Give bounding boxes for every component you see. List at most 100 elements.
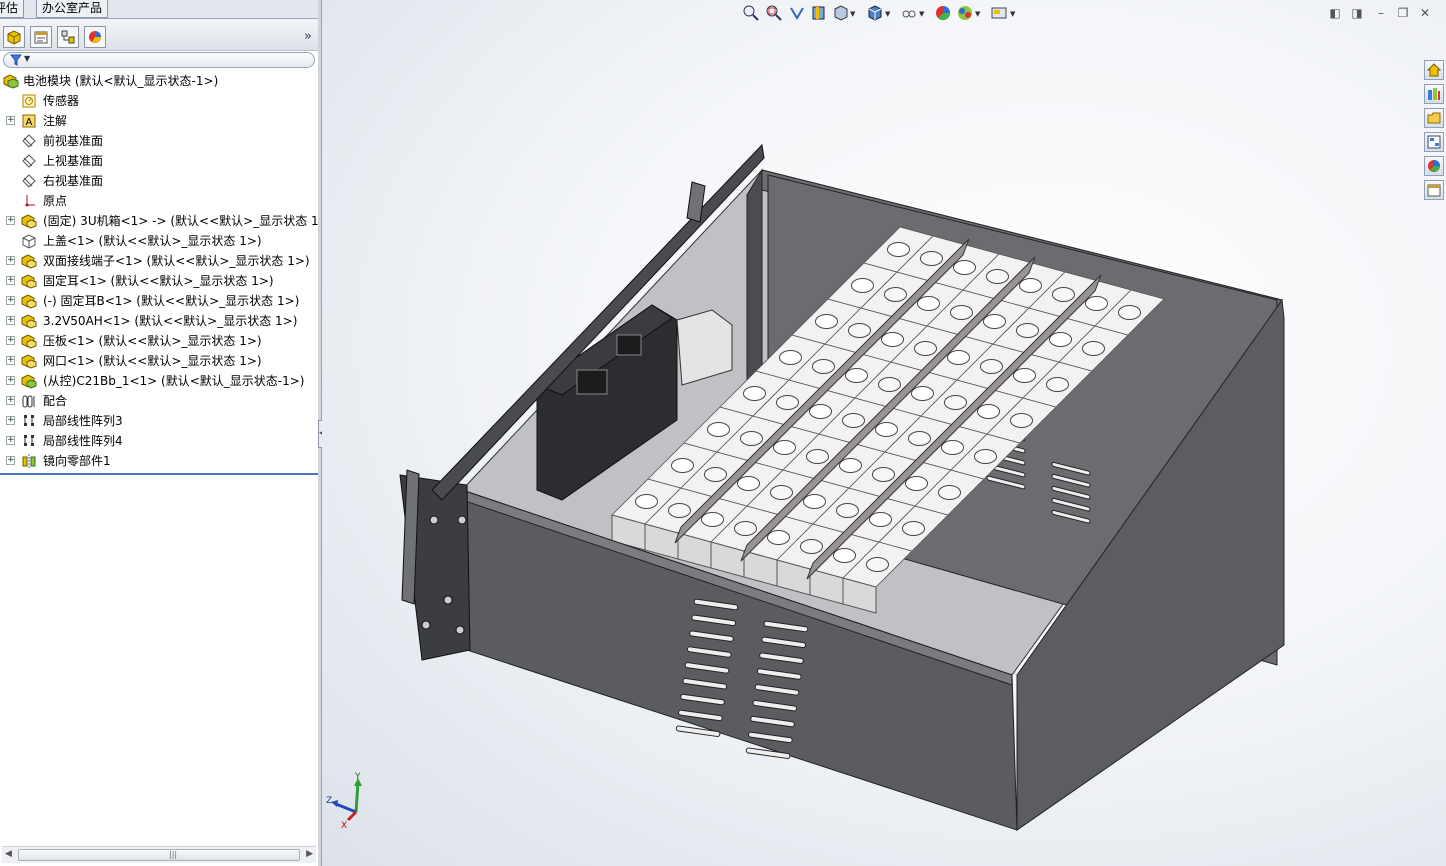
tree-item[interactable]: 前视基准面 [0, 131, 318, 151]
cell-terminal [872, 467, 895, 482]
cell-terminal [839, 458, 862, 473]
minimize-icon[interactable]: – [1374, 6, 1388, 20]
tree-item[interactable]: 上视基准面 [0, 151, 318, 171]
expand-plus-icon[interactable]: + [6, 216, 15, 225]
propertymanager-tab[interactable] [30, 26, 52, 48]
tree-item[interactable]: 上盖<1> (默认<<默认>_显示状态 1>) [0, 231, 318, 251]
cell-terminal [1118, 305, 1141, 320]
tree-horizontal-scrollbar[interactable]: ◀ ||| ▶ [2, 846, 316, 863]
cell-terminal [944, 395, 967, 410]
tree-item[interactable]: + 镜向零部件1 [0, 451, 318, 471]
triad-x-label: X [341, 821, 347, 830]
triad-z-label: Z [326, 796, 332, 806]
view-settings-icon[interactable] [990, 4, 1008, 22]
cell-terminal [776, 395, 799, 410]
expand-plus-icon[interactable]: + [6, 296, 15, 305]
battery-module-model[interactable] [322, 0, 1446, 866]
tree-item-label: 注解 [43, 114, 68, 128]
expand-plus-icon[interactable]: + [6, 376, 15, 385]
tree-item[interactable]: + (-) 固定耳B<1> (默认<<默认>_显示状态 1>) [0, 291, 318, 311]
tab-evaluate[interactable]: 评估 [0, 0, 25, 18]
expand-plus-icon[interactable]: + [6, 396, 15, 405]
restore-icon[interactable]: ❐ [1396, 6, 1410, 20]
expand-panel-icon[interactable]: » [304, 29, 312, 44]
expand-plus-icon[interactable]: + [6, 356, 15, 365]
feature-manager-panel: 评估 办公室产品 » ▼ 电池模块 (默认<默认_显示状态-1>) 传感器 + … [0, 0, 318, 866]
featuremanager-tab[interactable] [3, 26, 25, 48]
expand-plus-icon[interactable]: + [6, 316, 15, 325]
zoom-to-area-icon[interactable] [765, 4, 783, 22]
close-icon[interactable]: ✕ [1418, 6, 1432, 20]
appearances-tab[interactable] [1424, 156, 1444, 176]
tree-filter-input[interactable]: ▼ [3, 52, 315, 68]
chevron-down-icon[interactable]: ▼ [975, 10, 980, 18]
tree-item[interactable]: + 双面接线端子<1> (默认<<默认>_显示状态 1>) [0, 251, 318, 271]
expand-plus-icon[interactable]: + [6, 256, 15, 265]
tree-item[interactable]: + 局部线性阵列3 [0, 411, 318, 431]
expand-plus-icon[interactable]: + [6, 336, 15, 345]
tree-item-label: 配合 [43, 394, 68, 408]
tree-root[interactable]: 电池模块 (默认<默认_显示状态-1>) [0, 71, 318, 91]
tree-item[interactable]: + 压板<1> (默认<<默认>_显示状态 1>) [0, 331, 318, 351]
tree-item[interactable]: + (从控)C21Bb_1<1> (默认<默认_显示状态-1>) [0, 371, 318, 391]
edit-appearance-icon[interactable] [934, 4, 952, 22]
scroll-right-icon[interactable]: ▶ [306, 849, 313, 859]
expand-plus-icon[interactable]: + [6, 116, 15, 125]
cell-terminal [767, 530, 790, 545]
display-style-icon[interactable] [866, 4, 884, 22]
assembly-icon [21, 254, 37, 269]
tile-right-icon[interactable]: ◨ [1350, 6, 1364, 20]
displaymanager-tab[interactable] [84, 26, 106, 48]
tree-item[interactable]: +3.2V50AH<1> (默认<<默认>_显示状态 1>) [0, 311, 318, 331]
expand-plus-icon[interactable]: + [6, 456, 15, 465]
tree-item[interactable]: 右视基准面 [0, 171, 318, 191]
tree-item[interactable]: 传感器 [0, 91, 318, 111]
library-icon [1428, 88, 1440, 100]
manager-tabs-bar: » [0, 19, 318, 51]
view-orientation-icon[interactable] [832, 4, 850, 22]
chevron-down-icon[interactable]: ▼ [850, 10, 855, 18]
tree-item-label: (-) 固定耳B<1> (默认<<默认>_显示状态 1>) [43, 294, 300, 308]
custom-properties-tab[interactable] [1424, 180, 1444, 200]
tree-item[interactable]: + 配合 [0, 391, 318, 411]
chevron-down-icon[interactable]: ▼ [1010, 10, 1015, 18]
zoom-to-fit-icon[interactable] [742, 4, 760, 22]
scroll-left-icon[interactable]: ◀ [5, 849, 12, 859]
configurationmanager-tab[interactable] [57, 26, 79, 48]
solidworks-resources-tab[interactable] [1424, 60, 1444, 80]
chevron-down-icon[interactable]: ▼ [885, 10, 890, 18]
tree-item[interactable]: + (固定) 3U机箱<1> -> (默认<<默认>_显示状态 1>) [0, 211, 318, 231]
tree-item[interactable]: + 局部线性阵列4 [0, 431, 318, 451]
tree-item[interactable]: + 固定耳<1> (默认<<默认>_显示状态 1>) [0, 271, 318, 291]
tile-left-icon[interactable]: ◧ [1328, 6, 1342, 20]
plane-icon [22, 154, 36, 168]
section-view-icon[interactable] [810, 4, 828, 22]
sensor-icon [22, 94, 36, 108]
expand-plus-icon[interactable]: + [6, 416, 15, 425]
tab-office-products[interactable]: 办公室产品 [36, 0, 109, 18]
expand-plus-icon[interactable]: + [6, 436, 15, 445]
graphics-area[interactable]: ▼ ▼ ▼ ▼ ▼ ◧ ◨ – ❐ ✕ Y Z X [322, 0, 1446, 866]
hide-show-items-icon[interactable] [900, 4, 918, 22]
design-library-tab[interactable] [1424, 84, 1444, 104]
cell-terminal [848, 323, 871, 338]
tree-item[interactable]: + A 注解 [0, 111, 318, 131]
previous-view-icon[interactable] [788, 4, 806, 22]
scroll-thumb[interactable]: ||| [18, 849, 300, 861]
apply-scene-icon[interactable] [956, 4, 974, 22]
tree-rollback-bar[interactable] [0, 473, 318, 475]
cell-terminal [740, 431, 763, 446]
file-explorer-tab[interactable] [1424, 108, 1444, 128]
cell-terminal [884, 287, 907, 302]
expand-plus-icon[interactable]: + [6, 276, 15, 285]
view-palette-tab[interactable] [1424, 132, 1444, 152]
cell-terminal [1082, 341, 1105, 356]
assembly-icon [21, 214, 37, 229]
cell-terminal [1010, 413, 1033, 428]
cell-terminal [950, 305, 973, 320]
tree-item[interactable]: + 网口<1> (默认<<默认>_显示状态 1>) [0, 351, 318, 371]
cell-terminal [914, 341, 937, 356]
chevron-down-icon[interactable]: ▼ [919, 10, 924, 18]
cell-terminal [920, 251, 943, 266]
tree-item[interactable]: 原点 [0, 191, 318, 211]
